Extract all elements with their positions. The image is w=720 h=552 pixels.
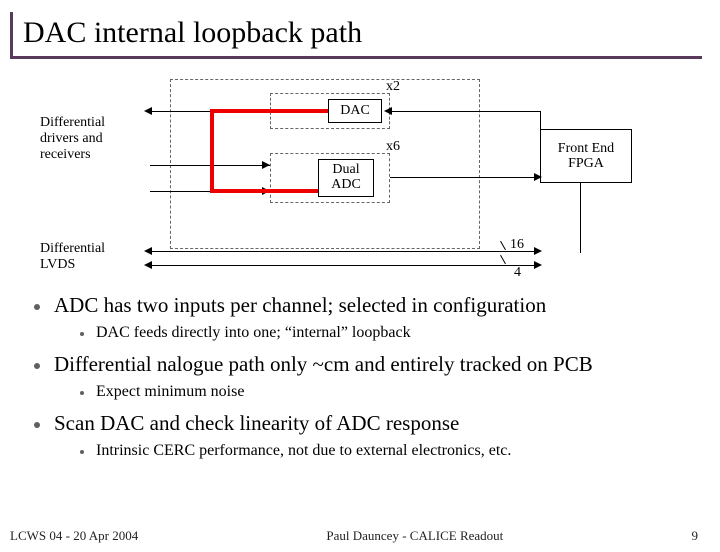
- arrow-icon: [534, 247, 542, 255]
- arrow-icon: [534, 261, 542, 269]
- bullet-icon: [34, 363, 40, 369]
- bus16-label: 16: [510, 237, 524, 253]
- loopback-path: [210, 189, 318, 193]
- list-item: Differential nalogue path only ~cm and e…: [30, 352, 694, 377]
- page-title: DAC internal loopback path: [23, 16, 702, 50]
- list-item: Intrinsic CERC performance, not due to e…: [76, 442, 694, 460]
- bus4-label: 4: [514, 265, 521, 281]
- bullet-list: ADC has two inputs per channel; selected…: [30, 293, 694, 460]
- bus-slash: [500, 241, 506, 250]
- bullet-icon: [34, 422, 40, 428]
- loopback-path: [210, 109, 214, 193]
- list-item: DAC feeds directly into one; “internal” …: [76, 324, 694, 342]
- arrow-icon: [384, 107, 392, 115]
- bullet-text: Scan DAC and check linearity of ADC resp…: [54, 411, 459, 436]
- slide-footer: LCWS 04 - 20 Apr 2004 Paul Dauncey - CAL…: [0, 528, 720, 544]
- bullet-text: ADC has two inputs per channel; selected…: [54, 293, 546, 318]
- wire: [150, 265, 540, 266]
- list-item: Expect minimum noise: [76, 383, 694, 401]
- diff-lvds-label: Differential LVDS: [40, 241, 150, 273]
- arrow-icon: [262, 161, 270, 169]
- wire: [540, 111, 541, 131]
- footer-center: Paul Dauncey - CALICE Readout: [326, 528, 503, 544]
- adc-block-text: Dual ADC: [331, 163, 361, 192]
- block-diagram: Differential drivers and receivers Diffe…: [40, 73, 690, 283]
- fpga-block-text: Front End FPGA: [558, 141, 614, 172]
- adc-block: Dual ADC: [318, 159, 374, 197]
- fpga-block: Front End FPGA: [540, 129, 632, 183]
- wire: [390, 177, 540, 178]
- adc-mult-label: x6: [386, 139, 400, 155]
- list-item: ADC has two inputs per channel; selected…: [30, 293, 694, 318]
- dac-mult-label: x2: [386, 79, 400, 95]
- wire: [580, 183, 581, 253]
- bullet-text: Differential nalogue path only ~cm and e…: [54, 352, 593, 377]
- arrow-icon: [534, 173, 542, 181]
- bullet-icon: [34, 304, 40, 310]
- bullet-text: Intrinsic CERC performance, not due to e…: [96, 442, 511, 460]
- dac-block: DAC: [328, 99, 382, 123]
- arrow-icon: [144, 247, 152, 255]
- bullet-icon: [80, 450, 84, 454]
- wire: [390, 111, 540, 112]
- wire: [150, 251, 540, 252]
- bus-slash: [500, 255, 506, 264]
- bullet-text: Expect minimum noise: [96, 383, 244, 401]
- bullet-icon: [80, 332, 84, 336]
- list-item: Scan DAC and check linearity of ADC resp…: [30, 411, 694, 436]
- arrow-icon: [144, 261, 152, 269]
- arrow-icon: [144, 107, 152, 115]
- loopback-path: [210, 109, 328, 113]
- footer-right: 9: [691, 528, 698, 544]
- diff-drivers-label: Differential drivers and receivers: [40, 115, 150, 163]
- dac-block-text: DAC: [340, 103, 370, 119]
- bullet-icon: [80, 391, 84, 395]
- bullet-text: DAC feeds directly into one; “internal” …: [96, 324, 411, 342]
- footer-left: LCWS 04 - 20 Apr 2004: [10, 528, 138, 544]
